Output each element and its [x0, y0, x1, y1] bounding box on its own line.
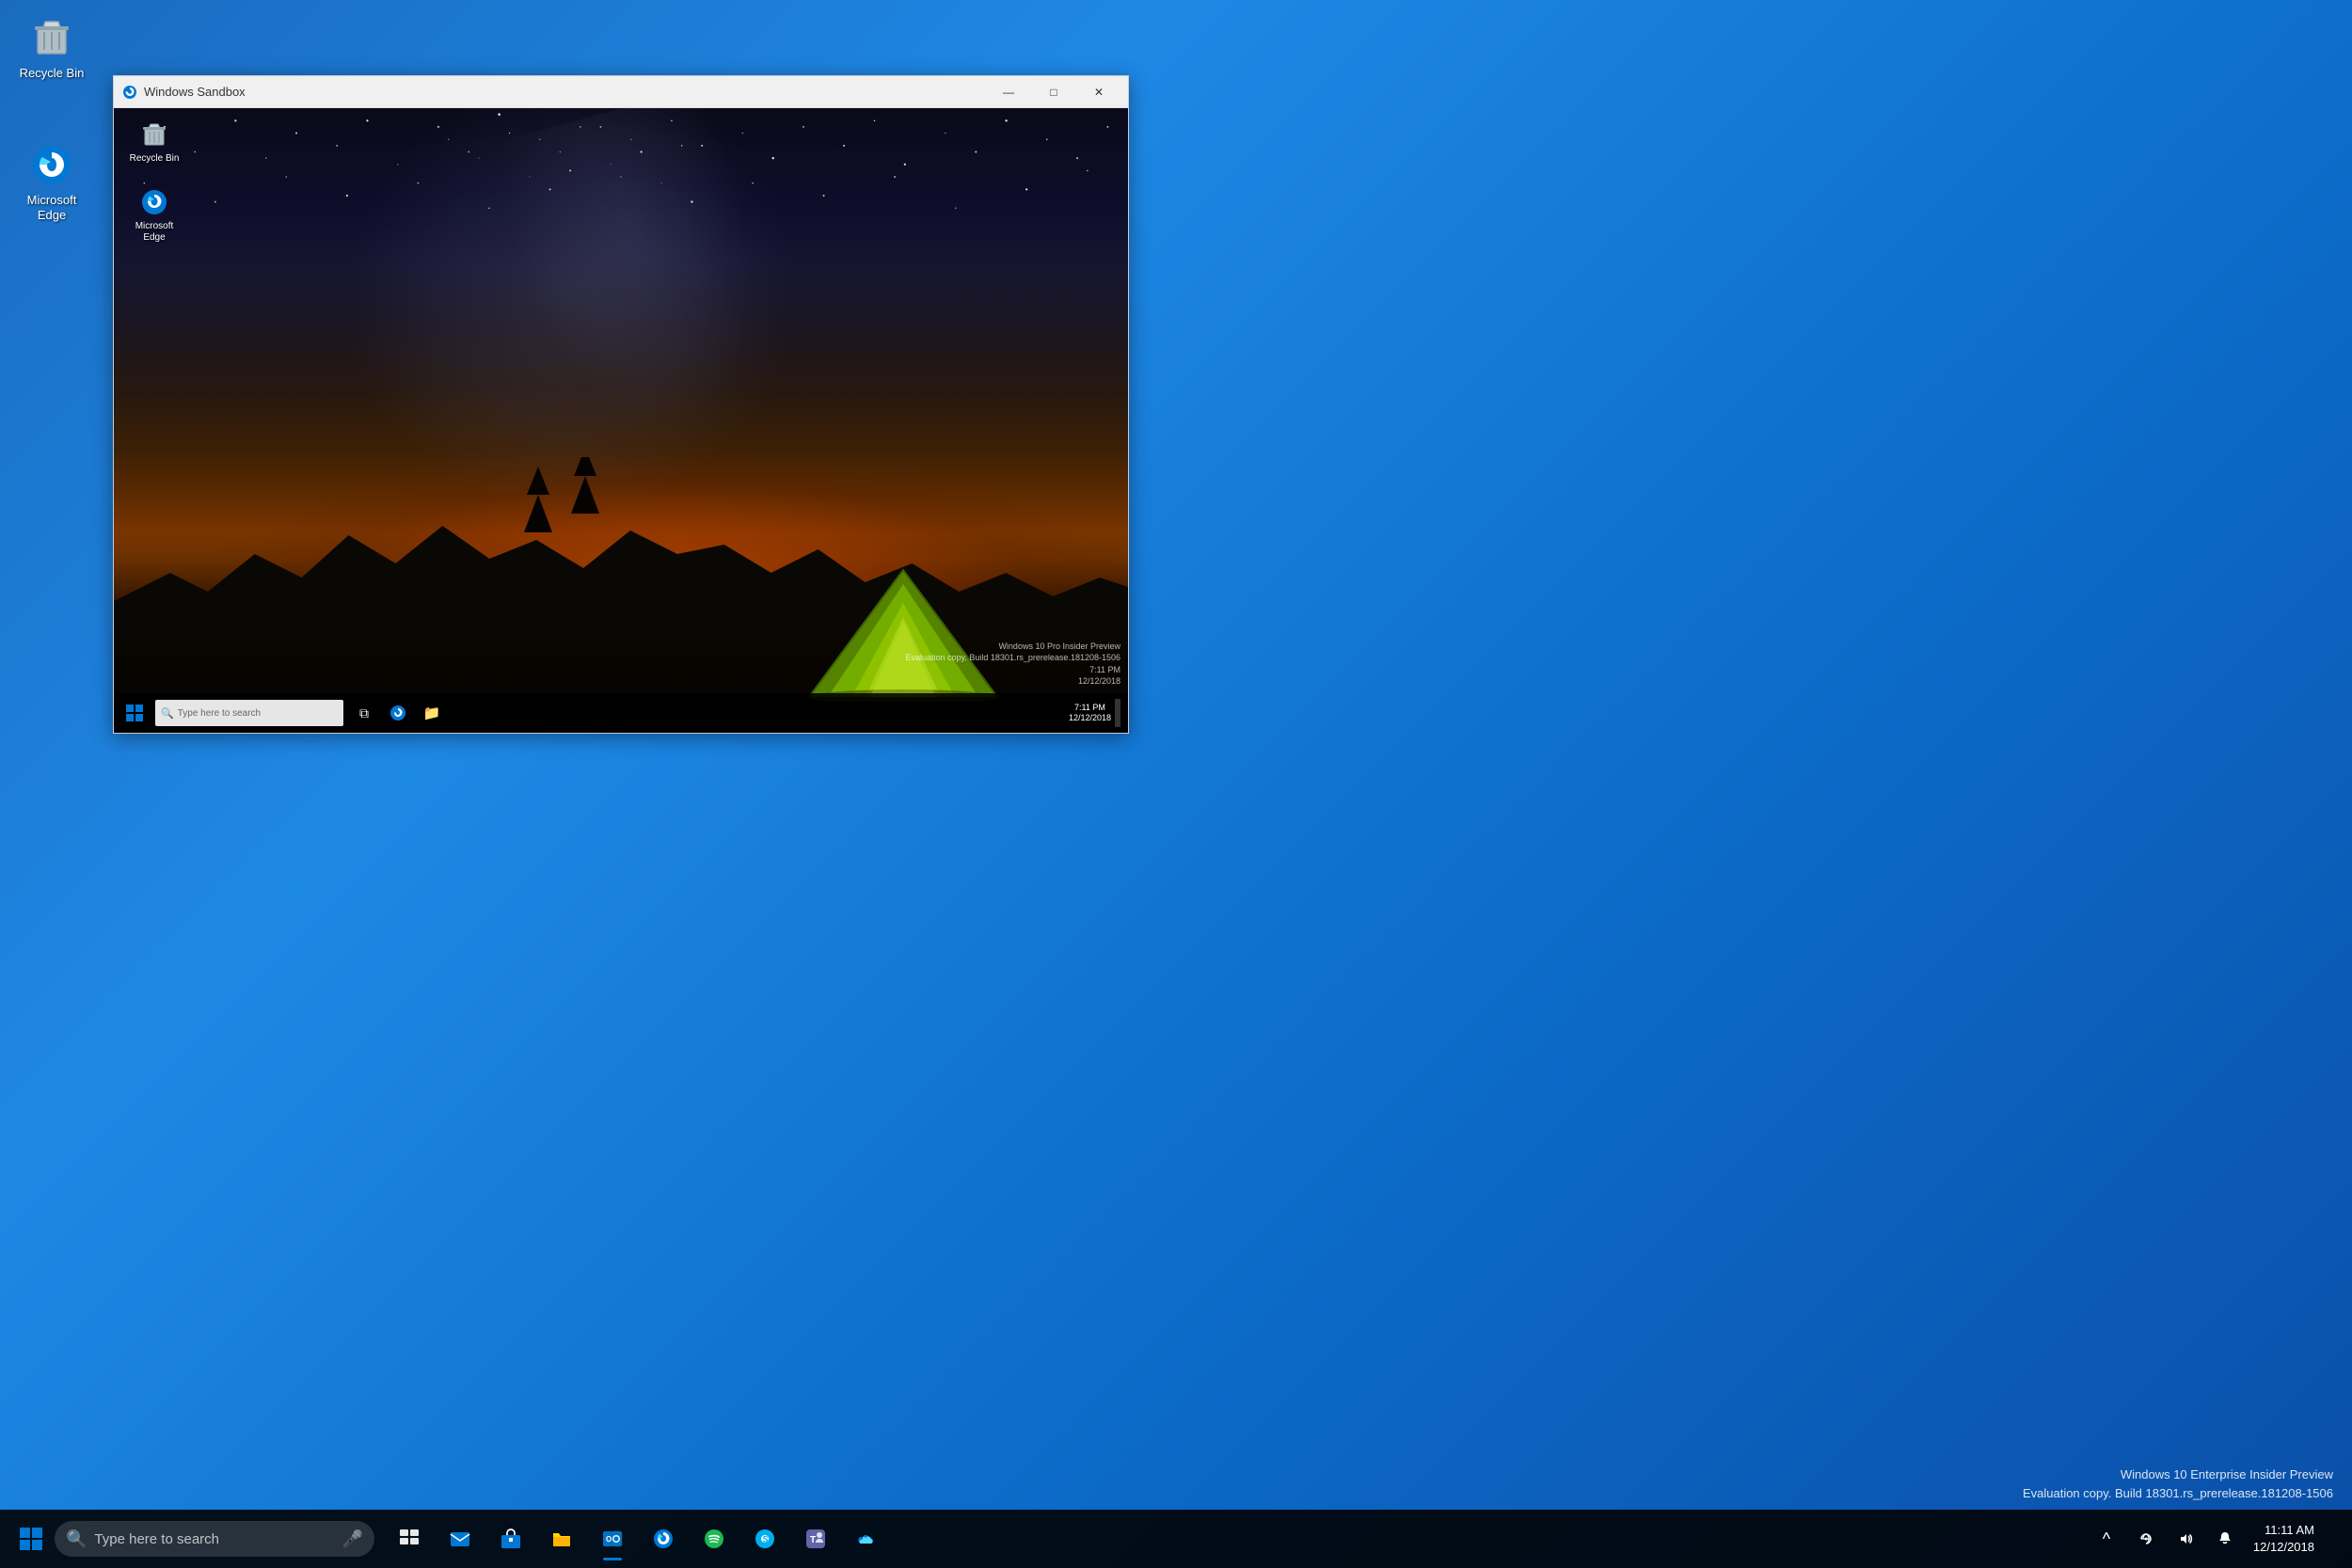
- watermark-line2: Evaluation copy. Build 18301.rs_prerelea…: [906, 652, 1121, 664]
- inner-recycle-bin-icon[interactable]: Recycle Bin: [121, 116, 187, 166]
- sandbox-title-icon: [121, 84, 138, 101]
- desktop-icon-recycle-bin[interactable]: Recycle Bin: [9, 9, 94, 85]
- search-icon: 🔍: [66, 1529, 87, 1549]
- inner-start-button[interactable]: [118, 696, 151, 730]
- taskbar-pinned-apps: O S: [386, 1515, 890, 1562]
- inner-search-placeholder: Type here to search: [178, 708, 261, 719]
- microphone-icon[interactable]: 🎤: [342, 1529, 363, 1549]
- inner-edge-label: Microsoft Edge: [123, 221, 185, 244]
- inner-edge-icon[interactable]: Microsoft Edge: [121, 183, 187, 245]
- inner-recycle-bin-label: Recycle Bin: [130, 153, 180, 165]
- watermark-date: 12/12/2018: [906, 675, 1121, 688]
- os-watermark: Windows 10 Enterprise Insider Preview Ev…: [2023, 1465, 2333, 1502]
- taskbar-search-bar[interactable]: 🔍 Type here to search 🎤: [55, 1521, 374, 1557]
- inner-edge-taskbar[interactable]: [383, 698, 413, 728]
- watermark-line1: Windows 10 Pro Insider Preview: [906, 641, 1121, 653]
- taskbar-search-placeholder: Type here to search: [94, 1531, 219, 1547]
- maximize-button[interactable]: □: [1032, 78, 1075, 106]
- file-explorer-button[interactable]: [538, 1515, 585, 1562]
- sandbox-window: Windows Sandbox — □ ✕: [113, 75, 1129, 734]
- outlook-button[interactable]: O: [589, 1515, 636, 1562]
- inner-taskbar: 🔍 Type here to search ⧉ 📁 7:11: [114, 693, 1128, 733]
- inner-file-explorer[interactable]: 📁: [417, 698, 447, 728]
- sandbox-content: Windows 10 Pro Insider Preview Evaluatio…: [114, 108, 1128, 733]
- spotify-button[interactable]: [691, 1515, 738, 1562]
- edge-icon: [27, 140, 76, 189]
- sandbox-titlebar: Windows Sandbox — □ ✕: [114, 76, 1128, 108]
- system-tray: ^ 11:11 AM 12/12/2018: [2090, 1515, 2344, 1562]
- onedrive-button[interactable]: [843, 1515, 890, 1562]
- inner-search-bar[interactable]: 🔍 Type here to search: [155, 700, 343, 726]
- show-hidden-icons[interactable]: ^: [2090, 1522, 2123, 1556]
- desktop-icon-edge[interactable]: Microsoft Edge: [9, 136, 94, 226]
- watermark-time: 7:11 PM: [906, 664, 1121, 676]
- edge-label: Microsoft Edge: [13, 193, 90, 222]
- inner-show-desktop[interactable]: [1115, 699, 1120, 727]
- recycle-bin-icon: [27, 13, 76, 62]
- edge-button[interactable]: [640, 1515, 687, 1562]
- inner-system-tray: 7:11 PM 12/12/2018: [1069, 699, 1124, 727]
- store-button[interactable]: [487, 1515, 534, 1562]
- teams-button[interactable]: T: [792, 1515, 839, 1562]
- inner-search-icon: 🔍: [161, 707, 174, 720]
- mail-button[interactable]: [437, 1515, 484, 1562]
- clock-time: 11:11 AM: [2253, 1522, 2314, 1539]
- start-button[interactable]: [8, 1515, 55, 1562]
- inner-edge-img: [137, 185, 171, 219]
- task-view-button[interactable]: [386, 1515, 433, 1562]
- os-watermark-line1: Windows 10 Enterprise Insider Preview: [2023, 1465, 2333, 1484]
- inner-recycle-bin-img: [137, 118, 171, 151]
- night-sky-wallpaper: Windows 10 Pro Insider Preview Evaluatio…: [114, 108, 1128, 733]
- inner-taskbar-icons: ⧉ 📁: [349, 698, 447, 728]
- sandbox-title-text: Windows Sandbox: [144, 85, 987, 99]
- notification-icon[interactable]: [2208, 1522, 2242, 1556]
- volume-icon[interactable]: [2169, 1522, 2202, 1556]
- main-taskbar: 🔍 Type here to search 🎤: [0, 1510, 2352, 1568]
- inner-task-view[interactable]: ⧉: [349, 698, 379, 728]
- inner-tray-time: 7:11 PM 12/12/2018: [1069, 703, 1111, 723]
- svg-text:S: S: [763, 1535, 769, 1544]
- tree-silhouette: [519, 457, 632, 626]
- show-desktop-button[interactable]: [2326, 1515, 2341, 1562]
- svg-text:T: T: [810, 1535, 816, 1545]
- minimize-button[interactable]: —: [987, 78, 1030, 106]
- os-watermark-line2: Evaluation copy. Build 18301.rs_prerelea…: [2023, 1484, 2333, 1503]
- sandbox-watermark: Windows 10 Pro Insider Preview Evaluatio…: [906, 641, 1121, 688]
- system-clock[interactable]: 11:11 AM 12/12/2018: [2248, 1522, 2320, 1556]
- svg-text:O: O: [606, 1535, 612, 1544]
- skype-button[interactable]: S: [741, 1515, 788, 1562]
- close-button[interactable]: ✕: [1077, 78, 1120, 106]
- network-icon[interactable]: [2129, 1522, 2163, 1556]
- clock-date: 12/12/2018: [2253, 1539, 2314, 1556]
- recycle-bin-label: Recycle Bin: [20, 66, 85, 81]
- window-controls: — □ ✕: [987, 78, 1120, 106]
